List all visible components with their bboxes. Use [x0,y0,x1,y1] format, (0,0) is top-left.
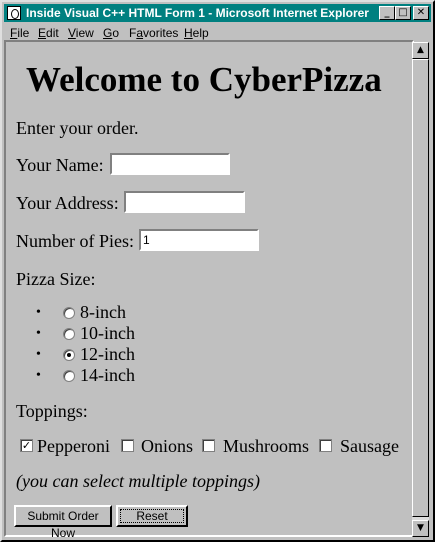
name-input[interactable] [110,153,230,175]
vertical-scrollbar[interactable]: ▲ ▼ [412,42,429,537]
menu-help[interactable]: Help [184,26,209,40]
scroll-down-arrow-icon[interactable]: ▼ [412,520,429,537]
topping-label-sausage: Sausage [340,436,399,456]
toppings-note: (you can select multiple toppings) [16,471,260,491]
topping-label-onions: Onions [141,436,194,456]
window-title: Inside Visual C++ HTML Form 1 - Microsof… [26,6,369,20]
address-input[interactable] [124,191,245,213]
menu-edit[interactable]: Edit [38,26,59,40]
menu-view[interactable]: View [68,26,94,40]
pies-input[interactable] [139,229,259,251]
minimize-button[interactable]: _ [379,6,395,20]
ie-app-icon[interactable] [7,6,21,20]
topping-checkbox-pepperoni[interactable]: ✓ [20,439,33,452]
reset-button[interactable]: Reset [116,505,188,527]
size-label-8: 8-inch [80,302,126,322]
page-heading: Welcome to CyberPizza [26,60,382,99]
list-bullet: • [36,326,41,341]
list-bullet: • [36,305,41,320]
size-radio-14[interactable] [63,370,75,382]
list-bullet: • [36,347,41,362]
topping-checkbox-sausage[interactable] [319,439,332,452]
intro-text: Enter your order. [16,118,139,138]
pies-label: Number of Pies: [16,231,134,251]
size-label: Pizza Size: [16,269,96,289]
toppings-label: Toppings: [16,401,88,421]
size-radio-8[interactable] [63,307,75,319]
menu-favorites[interactable]: Favorites [129,26,178,40]
size-label-14: 14-inch [80,365,135,385]
topping-label-mushrooms: Mushrooms [223,436,310,456]
topping-label-pepperoni: Pepperoni [37,436,110,456]
name-label: Your Name: [16,155,104,175]
maximize-button[interactable]: □ [395,6,411,20]
size-label-12: 12-inch [80,344,135,364]
scroll-up-arrow-icon[interactable]: ▲ [412,42,429,59]
size-label-10: 10-inch [80,323,135,343]
menu-go[interactable]: Go [103,26,119,40]
close-button[interactable]: ✕ [413,6,429,20]
size-radio-12[interactable] [63,349,75,361]
topping-checkbox-mushrooms[interactable] [202,439,215,452]
list-bullet: • [36,368,41,383]
size-radio-10[interactable] [63,328,75,340]
submit-order-button[interactable]: Submit Order Now [14,505,112,540]
topping-checkbox-onions[interactable] [121,439,134,452]
scroll-thumb[interactable] [412,59,429,517]
address-label: Your Address: [16,193,119,213]
title-bar[interactable]: Inside Visual C++ HTML Form 1 - Microsof… [4,4,431,22]
menu-file[interactable]: File [10,26,29,40]
